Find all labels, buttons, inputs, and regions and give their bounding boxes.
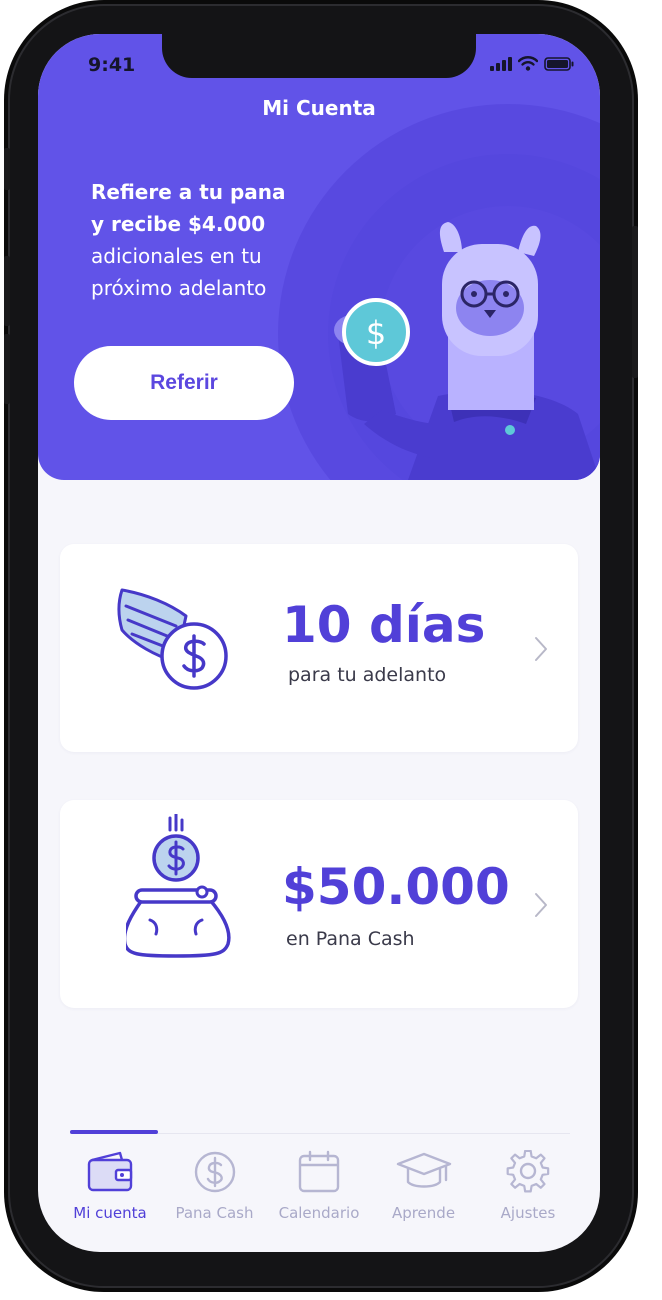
- status-icons: [490, 56, 574, 71]
- tab-label: Aprende: [391, 1204, 456, 1222]
- wallet-icon: [87, 1151, 133, 1192]
- refer-button[interactable]: Referir: [74, 346, 294, 420]
- device-notch: [162, 34, 476, 78]
- volume-up-button: [4, 256, 10, 326]
- chevron-right-icon: [535, 637, 547, 661]
- tab-ajustes[interactable]: Ajustes: [476, 1150, 580, 1222]
- tab-mi-cuenta[interactable]: Mi cuenta: [58, 1150, 162, 1222]
- referral-banner: $ Mi Cuenta Refiere a tu pana y recibe $…: [38, 34, 600, 480]
- tab-calendario[interactable]: Calendario: [267, 1150, 371, 1222]
- page-title: Mi Cuenta: [262, 96, 376, 120]
- power-button: [632, 226, 638, 378]
- signal-icon: [490, 56, 512, 71]
- graduation-cap-icon: [396, 1152, 451, 1188]
- svg-text:$: $: [366, 314, 386, 352]
- dollar-coin-icon: [194, 1151, 235, 1193]
- battery-icon: [544, 56, 574, 71]
- volume-down-button: [4, 334, 10, 404]
- referral-headline-line1: Refiere a tu pana: [91, 180, 286, 204]
- referral-body-line1: adicionales en tu: [91, 244, 262, 268]
- pana-cash-card[interactable]: $50.000 en Pana Cash: [60, 800, 578, 1008]
- referral-message: Refiere a tu pana y recibe $4.000 adicio…: [91, 176, 321, 304]
- status-time: 9:41: [88, 54, 136, 76]
- llama-mascot-illustration: $: [334, 222, 600, 480]
- bottom-tab-bar: Mi cuenta Pana Cash Calendario Aprende A…: [58, 1150, 580, 1222]
- tab-label: Pana Cash: [175, 1204, 254, 1222]
- coin-purse-icon: [126, 814, 231, 958]
- tab-label: Calendario: [278, 1204, 360, 1222]
- calendar-icon: [298, 1150, 340, 1193]
- winged-coin-icon: [117, 588, 228, 690]
- active-tab-indicator: [70, 1130, 158, 1134]
- tab-aprende[interactable]: Aprende: [372, 1150, 476, 1222]
- chevron-right-icon: [535, 893, 547, 917]
- silent-switch: [4, 148, 10, 190]
- tab-label: Ajustes: [500, 1204, 556, 1222]
- gear-icon: [506, 1150, 550, 1193]
- referral-body-line2: próximo adelanto: [91, 276, 267, 300]
- tab-label: Mi cuenta: [73, 1204, 147, 1222]
- tab-pana-cash[interactable]: Pana Cash: [163, 1150, 267, 1222]
- referral-headline-line2: y recibe $4.000: [91, 212, 266, 236]
- advance-days-card[interactable]: 10 días para tu adelanto: [60, 544, 578, 752]
- advance-days-caption: para tu adelanto: [288, 664, 447, 686]
- advance-days-value: 10 días: [282, 596, 486, 654]
- pana-cash-caption: en Pana Cash: [286, 928, 415, 950]
- pana-cash-value: $50.000: [282, 858, 510, 916]
- phone-screen: $ Mi Cuenta Refiere a tu pana y recibe $…: [38, 34, 600, 1252]
- wifi-icon: [518, 56, 538, 71]
